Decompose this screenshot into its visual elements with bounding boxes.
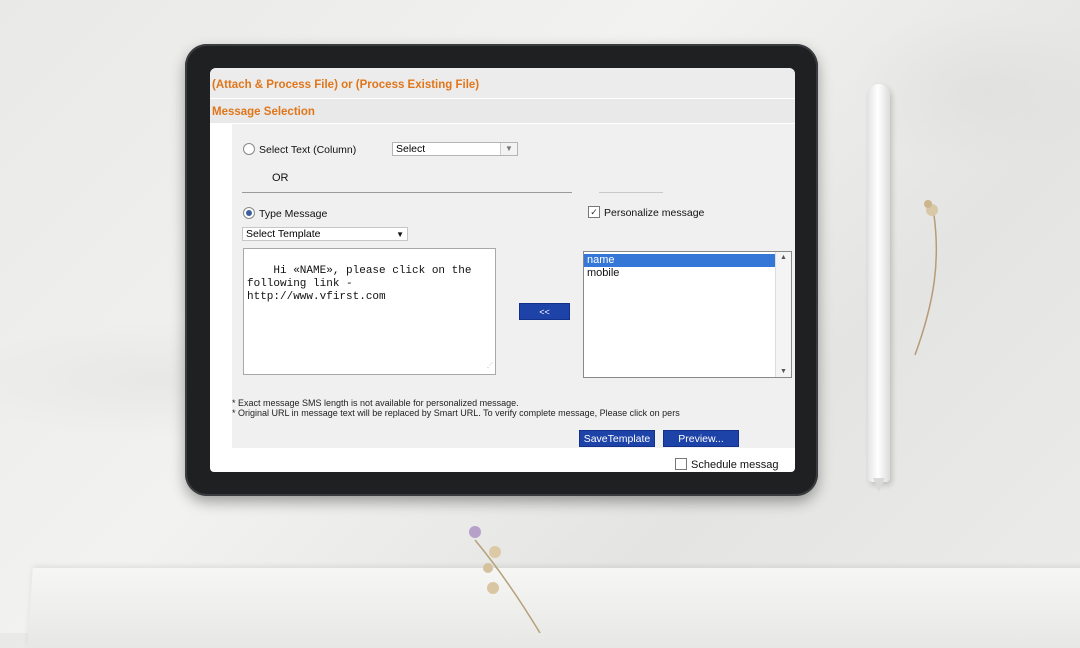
list-item[interactable]: name <box>584 254 775 267</box>
select-text-radio[interactable] <box>243 143 255 155</box>
list-item[interactable]: mobile <box>584 267 775 280</box>
tablet-screen: (Attach & Process File) or (Process Exis… <box>210 68 795 472</box>
note-sms-length: * Exact message SMS length is not availa… <box>232 398 519 408</box>
divider <box>242 192 572 193</box>
checkmark-icon: ✓ <box>590 207 598 217</box>
insert-field-button[interactable]: << <box>519 303 570 320</box>
save-template-button[interactable]: SaveTemplate <box>579 430 655 447</box>
personalize-checkbox[interactable]: ✓ <box>588 206 600 218</box>
scroll-up-icon[interactable]: ▲ <box>780 254 787 261</box>
fields-listbox[interactable]: name mobile ▲ ▼ <box>583 251 792 378</box>
note-smart-url: * Original URL in message text will be r… <box>232 408 680 418</box>
type-message-radio[interactable] <box>243 207 255 219</box>
template-select-value: Select Template <box>246 228 321 240</box>
chevron-down-icon: ▼ <box>500 143 517 155</box>
or-label: OR <box>272 172 289 184</box>
scroll-down-icon[interactable]: ▼ <box>780 368 787 375</box>
type-message-label: Type Message <box>259 208 328 220</box>
file-title: (Attach & Process File) or (Process Exis… <box>212 79 480 91</box>
section-title: Message Selection <box>212 106 315 118</box>
divider <box>599 192 663 193</box>
message-textarea[interactable]: Hi «NAME», please click on the following… <box>243 248 496 375</box>
stylus-pencil <box>868 84 890 482</box>
message-text: Hi «NAME», please click on the following… <box>247 265 472 303</box>
column-select-value: Select <box>396 143 426 155</box>
schedule-label: Schedule messag <box>691 459 779 471</box>
preview-button[interactable]: Preview... <box>663 430 739 447</box>
resize-grip-icon[interactable]: ⋰ <box>487 359 493 372</box>
schedule-checkbox[interactable] <box>675 458 687 470</box>
template-select[interactable]: Select Template ▼ <box>242 227 408 241</box>
column-select[interactable]: Select ▼ <box>392 142 518 156</box>
stylus-tip <box>873 478 885 492</box>
chevron-down-icon: ▼ <box>396 230 404 239</box>
select-text-label: Select Text (Column) <box>259 144 357 156</box>
scrollbar[interactable]: ▲ ▼ <box>775 252 791 377</box>
personalize-label: Personalize message <box>604 207 705 219</box>
